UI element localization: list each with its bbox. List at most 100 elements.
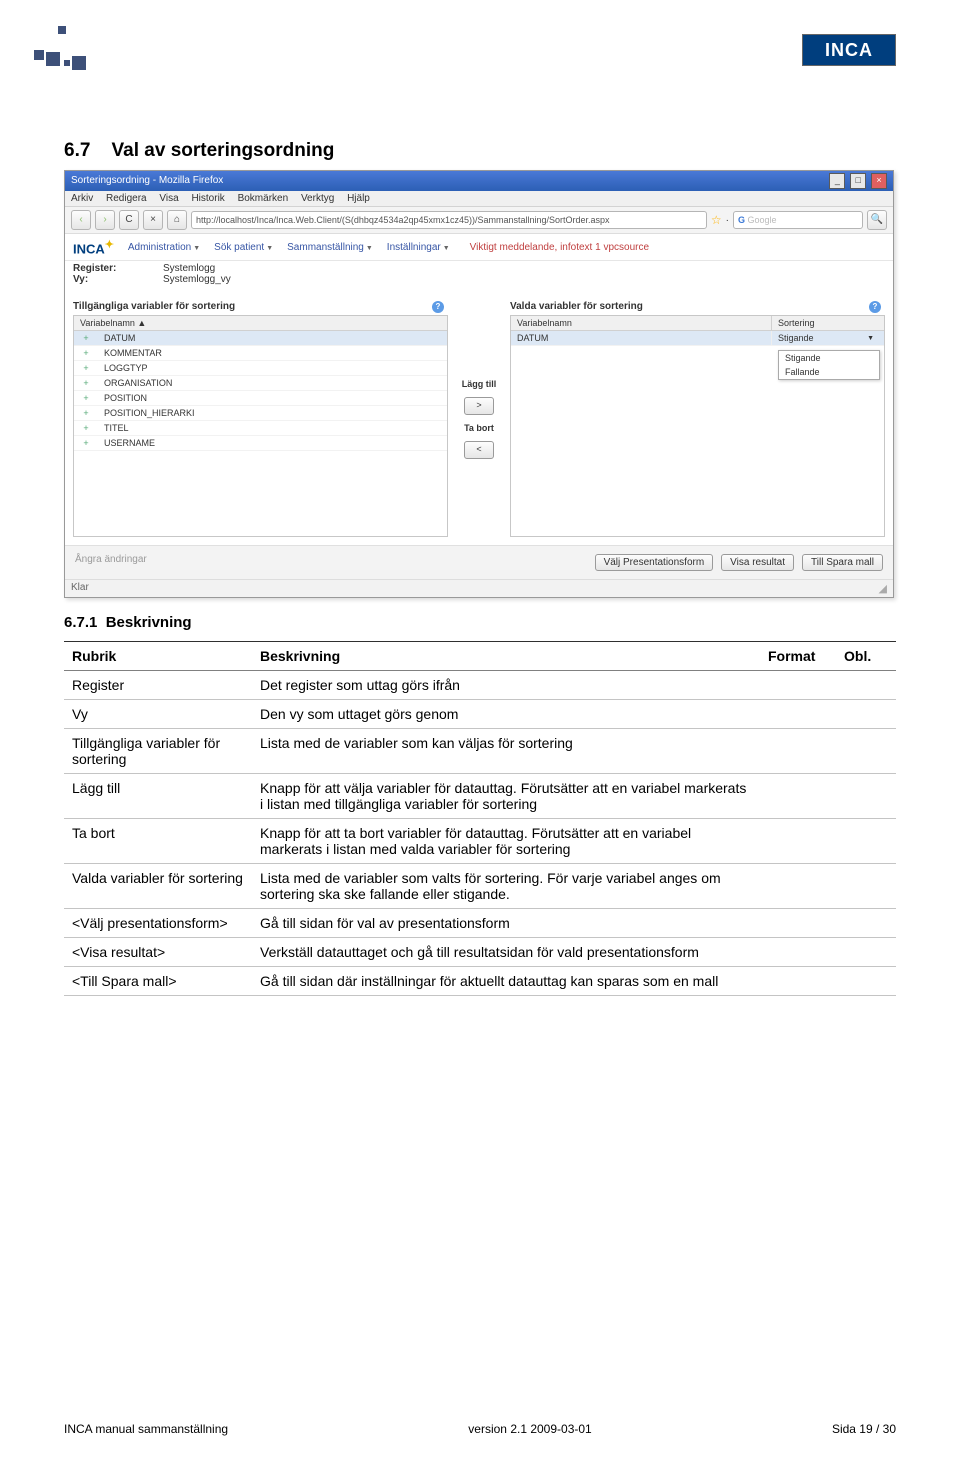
table-row: Valda variabler för sorteringLista med d… (64, 864, 896, 909)
nav-stop-button[interactable]: × (143, 210, 163, 230)
expand-icon[interactable]: + (74, 421, 98, 435)
window-title: Sorteringsordning - Mozilla Firefox (71, 171, 223, 191)
menu-item[interactable]: Arkiv (71, 193, 93, 204)
expand-icon[interactable]: + (74, 406, 98, 420)
variable-name[interactable]: DATUM (511, 331, 771, 345)
column-header[interactable]: Variabelnamn ▲ (74, 316, 447, 330)
table-row: <Visa resultat>Verkställ datauttaget och… (64, 938, 896, 967)
table-row: Ta bortKnapp för att ta bort variabler f… (64, 819, 896, 864)
menu-item[interactable]: Hjälp (347, 193, 370, 204)
browser-navbar: ‹ › C × ⌂ http://localhost/Inca/Inca.Web… (65, 207, 893, 234)
variable-name[interactable]: KOMMENTAR (98, 346, 447, 360)
selected-variables-panel: Valda variabler för sortering ? Variabel… (510, 301, 885, 537)
window-minimize-button[interactable]: _ (829, 173, 845, 189)
window-close-button[interactable]: × (871, 173, 887, 189)
dropdown-arrow-icon[interactable]: ▼ (867, 335, 874, 342)
page-header: INCA (64, 50, 896, 110)
table-row: VyDen vy som uttaget görs genom (64, 700, 896, 729)
expand-icon[interactable]: + (74, 391, 98, 405)
nav-back-button[interactable]: ‹ (71, 210, 91, 230)
table-row: <Välj presentationsform>Gå till sidan fö… (64, 909, 896, 938)
expand-icon[interactable]: + (74, 346, 98, 360)
search-box[interactable]: G Google (733, 211, 863, 229)
dropdown-option[interactable]: Stigande (779, 351, 879, 365)
resize-grip-icon[interactable]: ◢ (879, 582, 887, 595)
app-menu-item[interactable]: Sammanställning▼ (287, 242, 373, 253)
url-bar[interactable]: http://localhost/Inca/Inca.Web.Client/(S… (191, 211, 707, 229)
help-icon[interactable]: ? (432, 301, 444, 313)
app-menubar: INCA✦ Administration▼ Sök patient▼ Samma… (65, 234, 893, 261)
description-table: Rubrik Beskrivning Format Obl. RegisterD… (64, 641, 896, 996)
table-row: Tillgängliga variabler för sorteringList… (64, 729, 896, 774)
variable-name[interactable]: DATUM (98, 331, 447, 345)
transfer-buttons: Lägg till > Ta bort < (454, 301, 504, 537)
search-go-button[interactable]: 🔍 (867, 210, 887, 230)
meta-register-label: Register: (73, 263, 163, 274)
menu-item[interactable]: Verktyg (301, 193, 334, 204)
variable-name[interactable]: USERNAME (98, 436, 447, 450)
window-maximize-button[interactable]: □ (850, 173, 866, 189)
inca-logo: INCA (802, 34, 896, 66)
expand-icon[interactable]: + (74, 331, 98, 345)
subsection-heading: 6.7.1 Beskrivning (64, 614, 896, 631)
panel-title: Tillgängliga variabler för sortering (73, 301, 235, 313)
expand-icon[interactable]: + (74, 436, 98, 450)
footer-center: version 2.1 2009-03-01 (468, 1422, 591, 1436)
add-button[interactable]: > (464, 397, 494, 415)
variable-name[interactable]: TITEL (98, 421, 447, 435)
remove-label: Ta bort (464, 423, 494, 433)
meta-vy-label: Vy: (73, 274, 163, 285)
variable-name[interactable]: LOGGTYP (98, 361, 447, 375)
undo-changes-link[interactable]: Ångra ändringar (75, 554, 147, 565)
menu-item[interactable]: Historik (191, 193, 224, 204)
available-variables-panel: Tillgängliga variabler för sortering ? V… (73, 301, 448, 537)
table-row: <Till Spara mall>Gå till sidan där instä… (64, 967, 896, 996)
meta-info: Register: Systemlogg Vy: Systemlogg_vy (65, 261, 893, 293)
meta-register-value: Systemlogg (163, 263, 215, 274)
sort-direction-cell[interactable]: Stigande▼ (771, 331, 884, 345)
help-icon[interactable]: ? (869, 301, 881, 313)
app-menu-item[interactable]: Administration▼ (128, 242, 200, 253)
nav-forward-button[interactable]: › (95, 210, 115, 230)
column-header[interactable]: Sortering (771, 316, 884, 330)
menu-item[interactable]: Redigera (106, 193, 147, 204)
variable-name[interactable]: ORGANISATION (98, 376, 447, 390)
remove-button[interactable]: < (464, 441, 494, 459)
table-row: RegisterDet register som uttag görs ifrå… (64, 671, 896, 700)
meta-vy-value: Systemlogg_vy (163, 274, 231, 285)
bottom-button-bar: Ångra ändringar Välj Presentationsform V… (65, 545, 893, 579)
variable-name[interactable]: POSITION_HIERARKI (98, 406, 447, 420)
save-template-button[interactable]: Till Spara mall (802, 554, 883, 571)
th-rubrik: Rubrik (64, 642, 252, 671)
sort-dropdown[interactable]: Stigande Fallande (778, 350, 880, 380)
show-result-button[interactable]: Visa resultat (721, 554, 794, 571)
column-header[interactable]: Variabelnamn (511, 316, 771, 330)
page-footer: INCA manual sammanställning version 2.1 … (64, 1422, 896, 1436)
search-engine-icon: G (738, 215, 745, 225)
footer-right: Sida 19 / 30 (832, 1422, 896, 1436)
th-obl: Obl. (836, 642, 896, 671)
section-heading: 6.7 Val av sorteringsordning (64, 140, 896, 162)
app-logo: INCA✦ (73, 238, 114, 256)
menu-item[interactable]: Visa (159, 193, 178, 204)
expand-icon[interactable]: + (74, 361, 98, 375)
expand-icon[interactable]: + (74, 376, 98, 390)
table-row: Lägg tillKnapp för att välja variabler f… (64, 774, 896, 819)
screenshot: Sorteringsordning - Mozilla Firefox _ □ … (64, 170, 894, 598)
nav-reload-button[interactable]: C (119, 210, 139, 230)
app-notice: Viktigt meddelande, infotext 1 vpcsource (470, 242, 649, 253)
app-menu-item[interactable]: Sök patient▼ (214, 242, 273, 253)
browser-menubar: Arkiv Redigera Visa Historik Bokmärken V… (65, 191, 893, 207)
bookmark-star-icon[interactable]: ☆ (711, 213, 722, 227)
footer-left: INCA manual sammanställning (64, 1422, 228, 1436)
nav-home-button[interactable]: ⌂ (167, 210, 187, 230)
dropdown-option[interactable]: Fallande (779, 365, 879, 379)
menu-item[interactable]: Bokmärken (238, 193, 289, 204)
section-number: 6.7 (64, 140, 90, 161)
variable-name[interactable]: POSITION (98, 391, 447, 405)
window-titlebar: Sorteringsordning - Mozilla Firefox _ □ … (65, 171, 893, 191)
presentation-form-button[interactable]: Välj Presentationsform (595, 554, 714, 571)
panel-title: Valda variabler för sortering (510, 301, 643, 313)
app-menu-item[interactable]: Inställningar▼ (387, 242, 450, 253)
th-format: Format (760, 642, 836, 671)
